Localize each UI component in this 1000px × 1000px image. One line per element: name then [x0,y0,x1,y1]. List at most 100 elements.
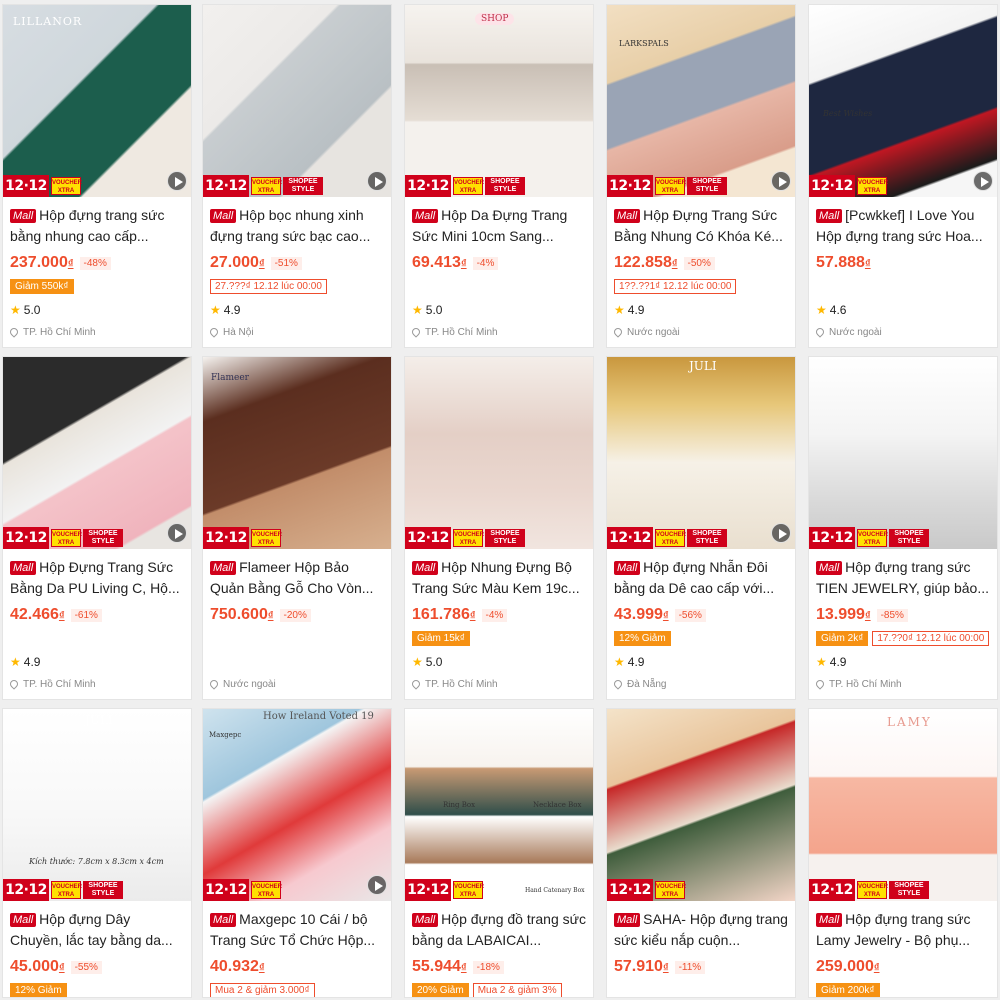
mall-badge: Mall [210,209,237,223]
product-card[interactable]: Flameer 12·12 VOUCHER XTRA Mall Flameer Hộp … [202,356,392,700]
product-card[interactable]: LAMY 12·12 VOUCHER XTRA SHOPEE STYLE Mall Hộp… [808,708,998,998]
product-image[interactable]: Flameer 12·12 VOUCHER XTRA [203,357,391,549]
product-image[interactable]: Ring Box Necklace Box Hand Catenary Box 12·… [405,709,593,901]
video-play-icon[interactable] [367,171,387,191]
product-image[interactable]: 12·12 VOUCHER XTRA [607,709,795,901]
product-title[interactable]: Mall Hộp đựng trang sức Lamy Jewelry - Bộ… [816,909,990,951]
product-image[interactable]: SHOP 12·12 VOUCHER XTRA SHOPEE STYLE [405,5,593,197]
video-play-icon[interactable] [167,171,187,191]
product-title[interactable]: Mall Hộp đựng trang sức TIEN JEWELRY, giú… [816,557,990,599]
product-title[interactable]: Mall Hộp đựng Nhẫn Đôi bằng da Dê cao cấp… [614,557,788,599]
location: Nước ngoài [612,323,788,341]
product-title-text[interactable]: Hộp đựng đồ trang sức bằng da LABAICAI..… [412,911,586,948]
voucher-xtra-badge: VOUCHER XTRA [857,177,888,195]
price-row: 27.000₫ -51% [210,251,384,275]
rating-value: 5.0 [425,655,443,669]
product-image[interactable]: LARKSPALS 12·12 VOUCHER XTRA SHOPEE STYLE [607,5,795,197]
location: TP. Hồ Chí Minh [410,675,586,693]
product-image[interactable]: 12·12 VOUCHER XTRA SHOPEE STYLE [809,357,997,549]
product-title[interactable]: Mall Hộp Nhung Đựng Bộ Trang Sức Màu Kem … [412,557,586,599]
product-info: Mall Hộp đựng đồ trang sức bằng da LABAIC… [405,901,593,997]
sale-banner: 12·12 VOUCHER XTRA [809,175,997,197]
video-play-icon[interactable] [771,523,791,543]
product-title[interactable]: Mall Hộp Đựng Trang Sức Bằng Da PU Living… [10,557,184,599]
rating-value: 4.9 [223,303,241,317]
discount-badge: -51% [270,256,302,270]
product-title[interactable]: Mall Hộp đựng Dây Chuyền, lắc tay bằng da… [10,909,184,951]
product-card[interactable]: 12·12 VOUCHER XTRA SHOPEE STYLE Mall Hộp đựn… [808,356,998,700]
product-card[interactable]: Ring Box Necklace Box Hand Catenary Box 12·… [404,708,594,998]
product-card[interactable]: LILLANOR 12·12 VOUCHER XTRA Mall Hộp đựng tr… [2,4,192,348]
product-title[interactable]: Mall Hộp Đựng Trang Sức Bằng Nhung Có Khó… [614,205,788,247]
discount-badge: -11% [674,960,706,974]
video-play-icon[interactable] [771,171,791,191]
mall-badge: Mall [816,561,843,575]
product-card[interactable]: How Ireland Voted 19 Maxgepc 12·12 VOUCHER … [202,708,392,998]
product-image[interactable]: How Ireland Voted 19 Maxgepc 12·12 VOUCHER … [203,709,391,901]
image-overlay-text: Maxgepc [209,731,242,739]
image-overlay-text: How Ireland Voted 19 [263,711,374,722]
product-info: Mall Maxgepc 10 Cái / bộ Trang Sức Tổ Chứ… [203,901,391,997]
promo-tag: 20% Giảm [412,982,469,997]
product-card[interactable]: JULI 12·12 VOUCHER XTRA SHOPEE STYLE Mall Hộp… [606,356,796,700]
rating: ★ 5.0 [412,301,586,319]
product-image[interactable]: LILLANOR 12·12 VOUCHER XTRA [3,5,191,197]
product-card[interactable]: 12·12 VOUCHER XTRA SHOPEE STYLE Mall Hộp Đựn… [2,356,192,700]
product-card[interactable]: 12·12 VOUCHER XTRA SHOPEE STYLE Mall Hộp Nhu… [404,356,594,700]
product-card[interactable]: 12·12 VOUCHER XTRA Mall SAHA- Hộp đựng tran… [606,708,796,998]
product-card[interactable]: Best Wishes 12·12 VOUCHER XTRA Mall [Pcwkkef… [808,4,998,348]
product-title[interactable]: Mall Hộp đựng trang sức bằng nhung cao cấ… [10,205,184,247]
product-card[interactable]: LARKSPALS 12·12 VOUCHER XTRA SHOPEE STYLE Ma… [606,4,796,348]
location-pin-icon [612,678,624,690]
shopee-style-badge: SHOPEE STYLE [889,881,929,899]
product-card[interactable]: 12·12 VOUCHER XTRA SHOPEE STYLE Mall Hộp bọc… [202,4,392,348]
video-play-icon[interactable] [367,875,387,895]
product-title[interactable]: Mall Flameer Hộp Bảo Quản Bằng Gỗ Cho Vòn… [210,557,384,599]
product-image[interactable]: 12·12 VOUCHER XTRA SHOPEE STYLE [203,5,391,197]
video-play-icon[interactable] [167,523,187,543]
product-image[interactable]: 12·12 VOUCHER XTRA SHOPEE STYLE [3,357,191,549]
discount-badge: -85% [876,608,908,622]
video-play-icon[interactable] [973,171,993,191]
product-title[interactable]: Mall Hộp đựng đồ trang sức bằng da LABAIC… [412,909,586,951]
product-image[interactable]: 12·12 VOUCHER XTRA SHOPEE STYLE [405,357,593,549]
sale-banner: 12·12 VOUCHER XTRA SHOPEE STYLE [607,175,795,197]
product-image[interactable]: JULI Kích thước: 7.8cm x 8.3cm x 4cm 12·12… [3,709,191,901]
currency-symbol: ₫ [662,610,669,622]
promo-tags [10,627,184,649]
location-pin-icon [410,326,422,338]
promo-tags [816,275,990,297]
location-text: TP. Hồ Chí Minh [425,678,498,690]
currency-symbol: ₫ [267,610,274,622]
product-title[interactable]: Mall SAHA- Hộp đựng trang sức kiểu nắp cu… [614,909,788,951]
discount-badge: -56% [674,608,706,622]
promo-tags [614,979,788,997]
star-icon: ★ [10,655,21,669]
currency-symbol: ₫ [469,610,476,622]
image-overlay-text: JULI [689,359,717,373]
product-card[interactable]: JULI Kích thước: 7.8cm x 8.3cm x 4cm 12·12… [2,708,192,998]
product-title-text[interactable]: SAHA- Hộp đựng trang sức kiểu nắp cuộn..… [614,911,788,948]
product-image[interactable]: Best Wishes 12·12 VOUCHER XTRA [809,5,997,197]
product-title[interactable]: Mall Maxgepc 10 Cái / bộ Trang Sức Tổ Chứ… [210,909,384,951]
sale-banner: 12·12 VOUCHER XTRA SHOPEE STYLE [3,527,191,549]
product-card[interactable]: SHOP 12·12 VOUCHER XTRA SHOPEE STYLE Mall Hộp… [404,4,594,348]
discount-badge: -18% [472,960,504,974]
product-image[interactable]: LAMY 12·12 VOUCHER XTRA SHOPEE STYLE [809,709,997,901]
currency-symbol: ₫ [671,258,678,270]
product-title[interactable]: Mall [Pcwkkef] I Love You Hộp đựng trang … [816,205,990,247]
discount-badge: -4% [481,608,508,622]
location-pin-icon [208,326,220,338]
rating [210,653,384,671]
product-title[interactable]: Mall Hộp Da Đựng Trang Sức Mini 10cm Sang… [412,205,586,247]
mall-badge: Mall [10,561,37,575]
discount-badge: -48% [79,256,111,270]
location: TP. Hồ Chí Minh [410,323,586,341]
sale-1212-badge: 12·12 [607,175,653,197]
promo-tags: Mua 2 & giảm 3.000₫ [210,979,384,997]
product-info: Mall Hộp đựng trang sức bằng nhung cao cấ… [3,197,191,341]
price-value: 55.944 [412,958,461,975]
promo-tags: 20% Giảm Mua 2 & giảm 3% [412,979,586,997]
product-title[interactable]: Mall Hộp bọc nhung xinh đựng trang sức bạ… [210,205,384,247]
product-image[interactable]: JULI 12·12 VOUCHER XTRA SHOPEE STYLE [607,357,795,549]
